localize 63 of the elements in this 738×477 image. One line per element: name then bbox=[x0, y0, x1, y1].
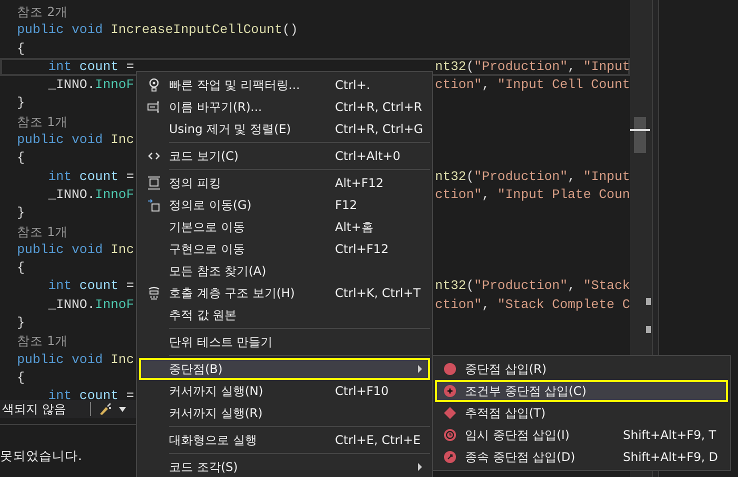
go-to-definition-icon bbox=[147, 198, 161, 212]
status-text: 색되지 않음 bbox=[2, 401, 66, 418]
breakpoint-icon bbox=[443, 362, 457, 376]
menu-item[interactable]: 코드 조각(S) bbox=[139, 456, 430, 477]
code-line: int count = bbox=[47, 387, 134, 400]
code-line: _INNO.InnoF bbox=[47, 186, 134, 204]
temporary-breakpoint-icon bbox=[443, 428, 457, 442]
code-line: ction", "Input Plate Coun bbox=[434, 186, 630, 204]
code-line: int count = bbox=[47, 58, 134, 76]
code-line: int count = bbox=[47, 277, 134, 296]
code-line: { bbox=[17, 149, 25, 168]
code-line: } bbox=[17, 94, 25, 112]
caret-icon[interactable] bbox=[118, 406, 126, 412]
codelens-text[interactable]: 참조 1개 bbox=[17, 112, 68, 132]
code-line: _INNO.InnoF bbox=[47, 76, 134, 94]
menu-item[interactable]: 임시 중단점 삽입(I) Shift+Alt+F9, T bbox=[435, 424, 728, 446]
menu-item[interactable]: 커서까지 실행(R) bbox=[139, 402, 430, 424]
conditional-breakpoint-icon bbox=[443, 384, 457, 398]
menu-item[interactable]: 종속 중단점 삽입(D) Shift+Alt+F9, D bbox=[435, 446, 728, 468]
menu-item[interactable]: 이름 바꾸기(R)... Ctrl+R, Ctrl+R bbox=[139, 96, 430, 118]
code-line: ction", "Stack Complete C bbox=[434, 296, 630, 314]
code-line: nt32("Production", "Stack bbox=[434, 277, 630, 296]
menu-item[interactable]: 추적 값 원본 bbox=[139, 304, 430, 326]
menu-item[interactable]: 기본으로 이동 Alt+홈 bbox=[139, 216, 430, 238]
menu-item[interactable]: Using 제거 및 정렬(E) Ctrl+R, Ctrl+G bbox=[139, 118, 430, 140]
menu-item[interactable]: 조건부 중단점 삽입(C) bbox=[435, 380, 728, 402]
code-line: nt32("Production", "Input bbox=[434, 168, 630, 186]
menu-item[interactable]: 호출 계층 구조 보기(H) Ctrl+K, Ctrl+T bbox=[139, 282, 430, 304]
code-line: { bbox=[17, 368, 25, 387]
codelens-text[interactable]: 참조 1개 bbox=[17, 222, 68, 241]
peek-icon bbox=[147, 176, 161, 190]
menu-item[interactable]: 코드 보기(C) Ctrl+Alt+0 bbox=[139, 145, 430, 167]
code-line: public void IncreaseInputCellCount() bbox=[17, 21, 298, 40]
menu-item[interactable]: 구현으로 이동 Ctrl+F12 bbox=[139, 238, 430, 260]
menu-item[interactable]: 모든 참조 찾기(A) bbox=[139, 260, 430, 282]
menu-item[interactable]: 추적점 삽입(T) bbox=[435, 402, 728, 424]
code-line: nt32("Production", "Input bbox=[434, 58, 630, 76]
menu-item[interactable]: 대화형으로 실행 Ctrl+E, Ctrl+E bbox=[139, 429, 430, 451]
code-line: { bbox=[17, 259, 25, 278]
lightbulb-icon bbox=[147, 78, 161, 92]
menu-item[interactable]: 정의 피킹 Alt+F12 bbox=[139, 172, 430, 194]
code-line: public void Inc bbox=[17, 240, 134, 259]
codelens-text[interactable]: 참조 1개 bbox=[17, 332, 68, 351]
menu-item[interactable]: 중단점(B) bbox=[139, 358, 430, 380]
code-line: } bbox=[17, 314, 25, 332]
call-hierarchy-icon bbox=[147, 286, 161, 300]
dependent-breakpoint-icon bbox=[443, 450, 457, 464]
tracepoint-icon bbox=[443, 406, 457, 420]
code-line: public void Inc bbox=[17, 350, 134, 369]
rename-icon bbox=[147, 100, 161, 114]
menu-item[interactable]: 빠른 작업 및 리팩터링... Ctrl+. bbox=[139, 74, 430, 96]
codelens-text[interactable]: 참조 2개 bbox=[17, 3, 68, 22]
menu-item[interactable]: 정의로 이동(G) F12 bbox=[139, 194, 430, 216]
output-text: 못되었습니다. bbox=[0, 448, 82, 463]
code-line: _INNO.InnoF bbox=[47, 296, 134, 314]
code-line: } bbox=[17, 204, 25, 222]
menu-item[interactable]: 단위 테스트 만들기 bbox=[139, 331, 430, 353]
code-line: { bbox=[17, 40, 25, 58]
code-line: public void Inc bbox=[17, 131, 134, 150]
menu-item[interactable]: 중단점 삽입(R) bbox=[435, 358, 728, 380]
menu-item[interactable]: 커서까지 실행(N) Ctrl+F10 bbox=[139, 380, 430, 402]
code-line: int count = bbox=[47, 168, 134, 186]
code-line: ction", "Input Cell Count bbox=[434, 76, 630, 94]
